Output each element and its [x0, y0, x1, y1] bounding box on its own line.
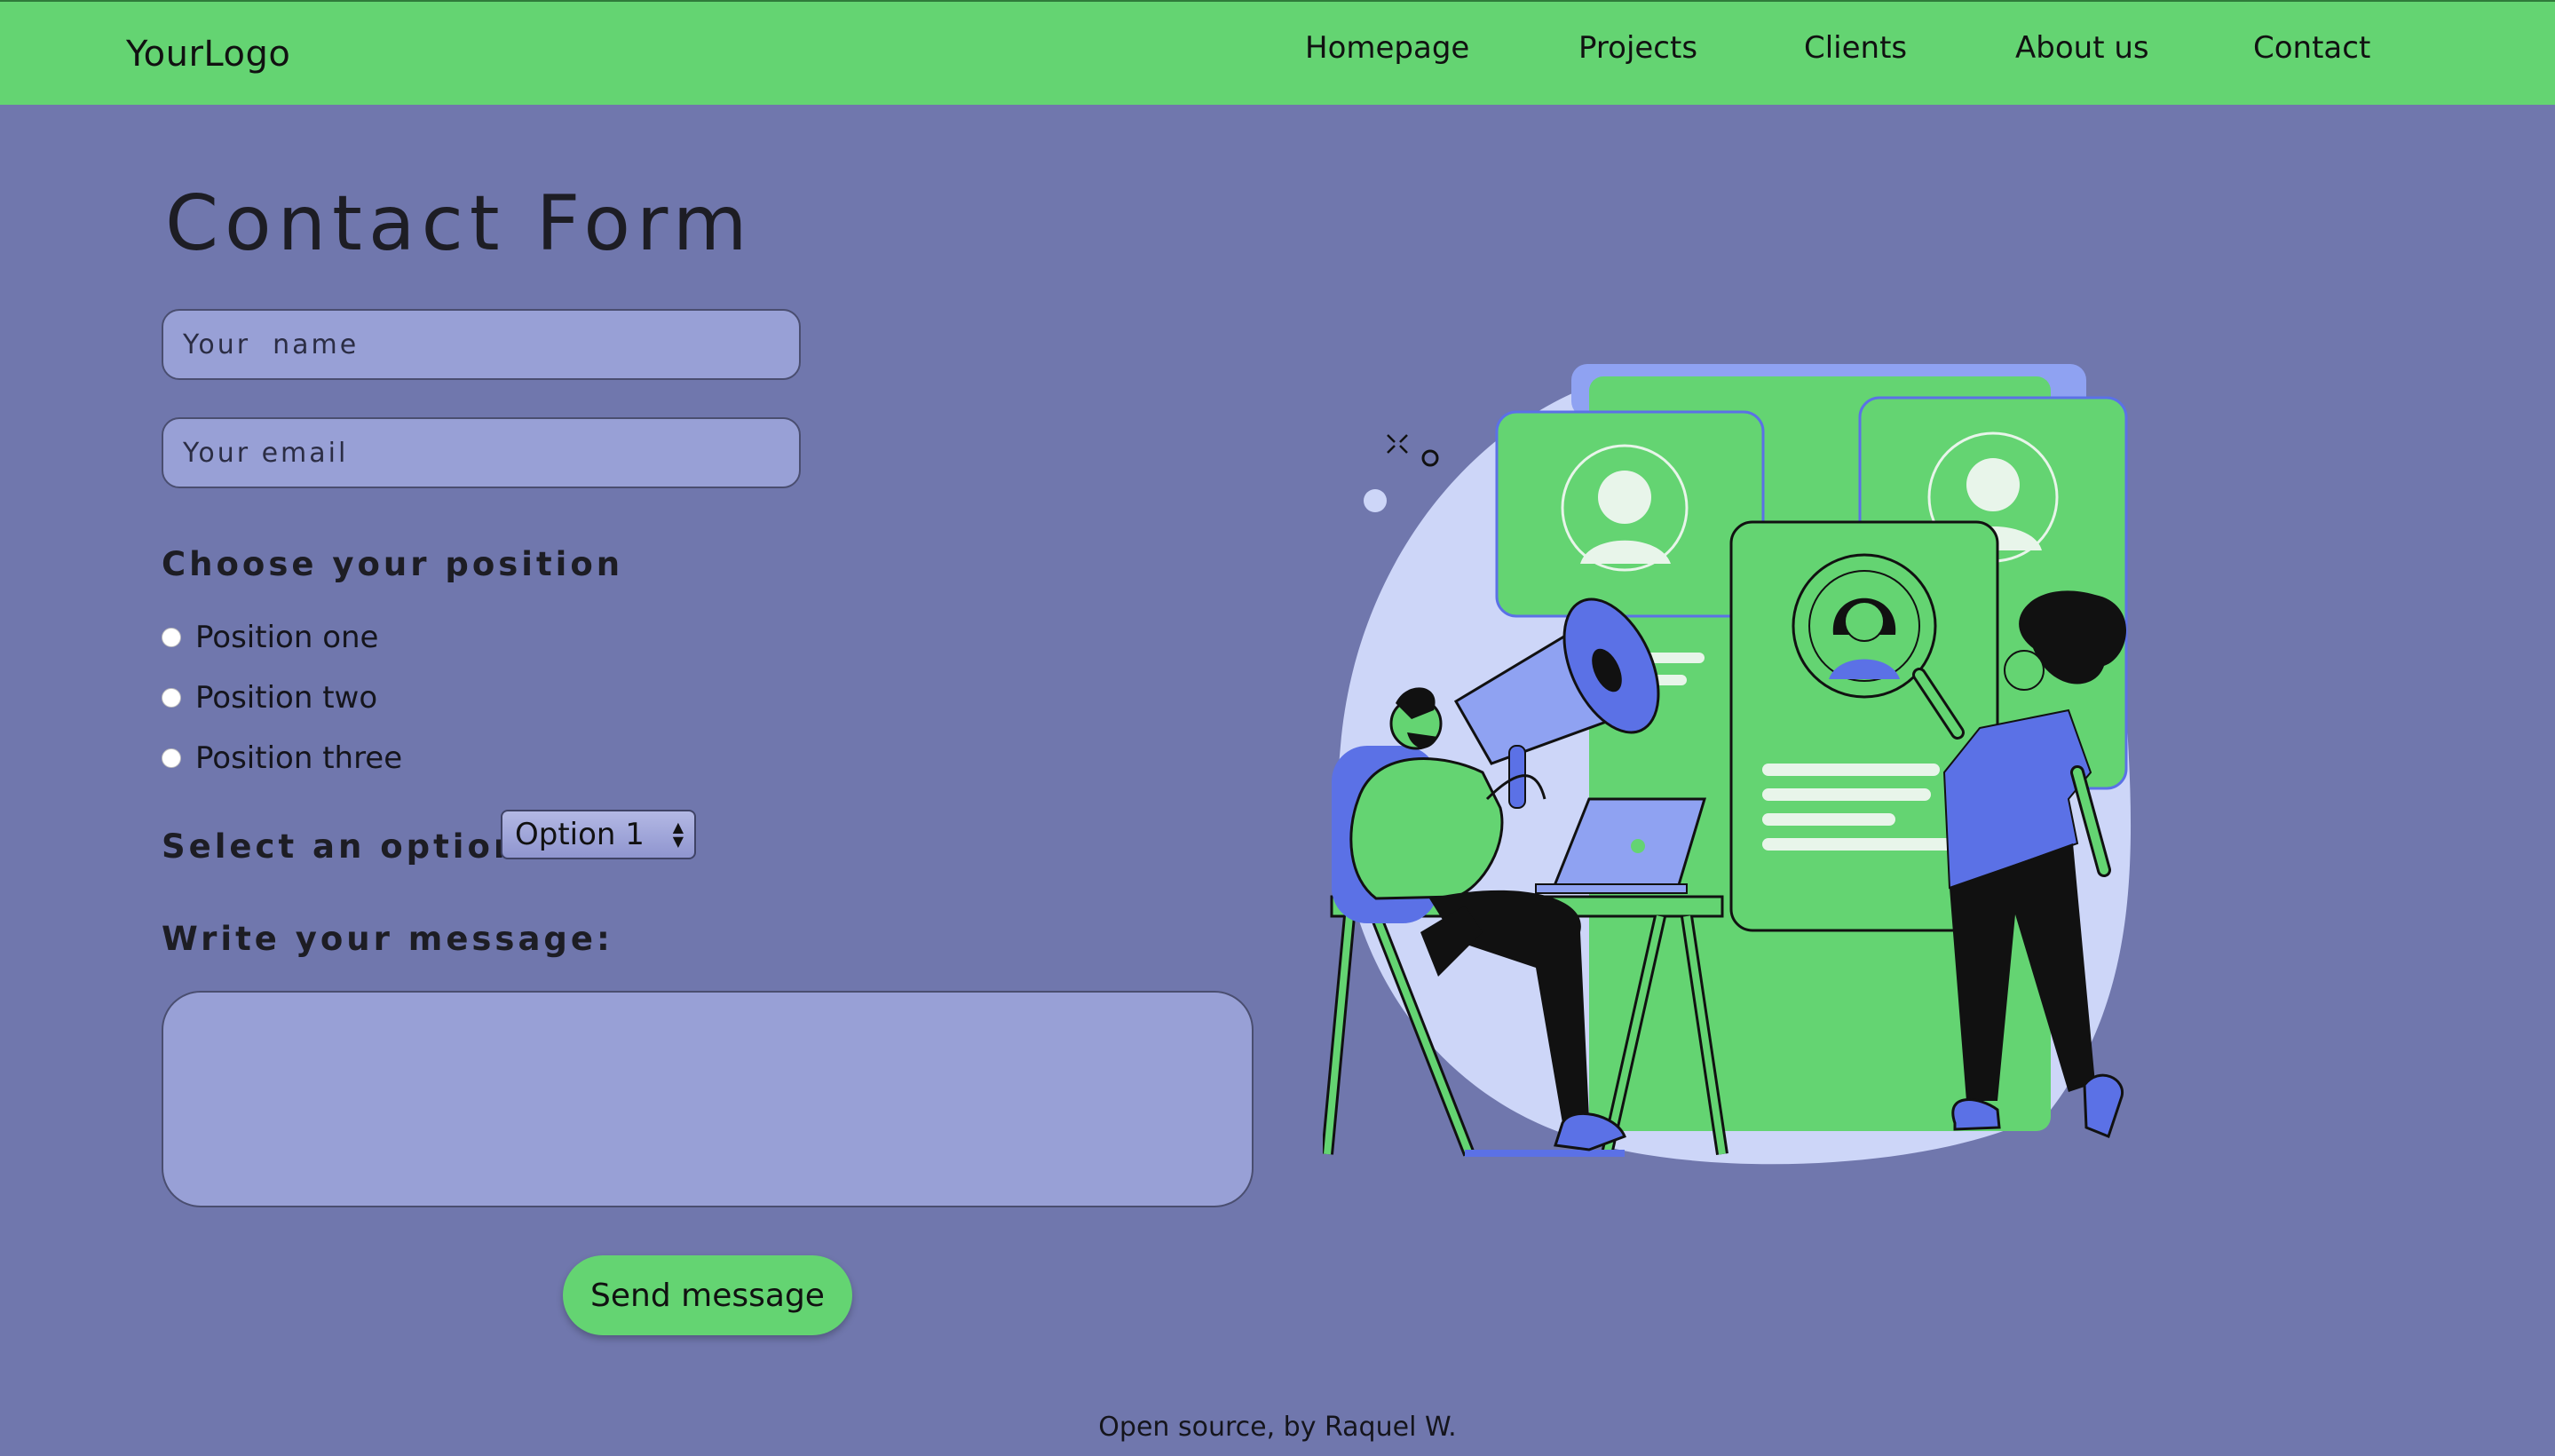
select-label: Select an option:: [162, 827, 538, 866]
select-arrows-icon: ▲ ▼: [672, 819, 684, 850]
radio-position-one[interactable]: Position one: [162, 618, 378, 657]
message-label: Write your message:: [162, 920, 613, 958]
sparkle-icon: [1387, 434, 1408, 454]
position-label: Choose your position: [162, 545, 624, 583]
chair-base: [1465, 1150, 1625, 1157]
page-title: Contact Form: [165, 179, 754, 268]
radio-position-two[interactable]: Position two: [162, 678, 377, 717]
nav-contact[interactable]: Contact: [2253, 30, 2370, 66]
email-input[interactable]: [162, 417, 801, 488]
nav-homepage[interactable]: Homepage: [1305, 30, 1469, 66]
radio-button[interactable]: [162, 688, 181, 708]
radio-position-three[interactable]: Position three: [162, 739, 402, 778]
send-message-button[interactable]: Send message: [563, 1255, 852, 1335]
contact-illustration: [1323, 364, 2132, 1165]
decor-dot: [1364, 489, 1387, 512]
text-line: [1762, 838, 1966, 851]
radio-label: Position one: [195, 620, 379, 655]
message-textarea[interactable]: [162, 991, 1254, 1207]
logo[interactable]: YourLogo: [126, 34, 290, 75]
nav-clients[interactable]: Clients: [1804, 30, 1907, 66]
laptop-base: [1535, 883, 1688, 894]
avatar-head: [1966, 458, 2020, 511]
man-torso: [1349, 757, 1504, 900]
text-line: [1762, 764, 1940, 776]
laptop-logo: [1631, 839, 1645, 853]
decor-ring: [1421, 449, 1439, 467]
nav-projects[interactable]: Projects: [1578, 30, 1697, 66]
option-select[interactable]: Option 1 ▲ ▼: [501, 810, 696, 859]
select-value: Option 1: [515, 817, 645, 852]
woman-face: [1844, 601, 1885, 642]
avatar-head: [1598, 471, 1651, 524]
name-input[interactable]: [162, 309, 801, 380]
nav-about-us[interactable]: About us: [2015, 30, 2149, 66]
radio-label: Position two: [195, 680, 378, 716]
text-line: [1762, 788, 1931, 801]
text-line: [1762, 813, 1895, 826]
woman-head: [2004, 650, 2045, 691]
footer-text: Open source, by Raquel W.: [1098, 1412, 1457, 1443]
top-navbar: YourLogo Homepage Projects Clients About…: [0, 0, 2555, 105]
radio-label: Position three: [195, 740, 403, 776]
woman-shoe: [2083, 1073, 2124, 1138]
radio-button[interactable]: [162, 628, 181, 647]
radio-button[interactable]: [162, 748, 181, 768]
